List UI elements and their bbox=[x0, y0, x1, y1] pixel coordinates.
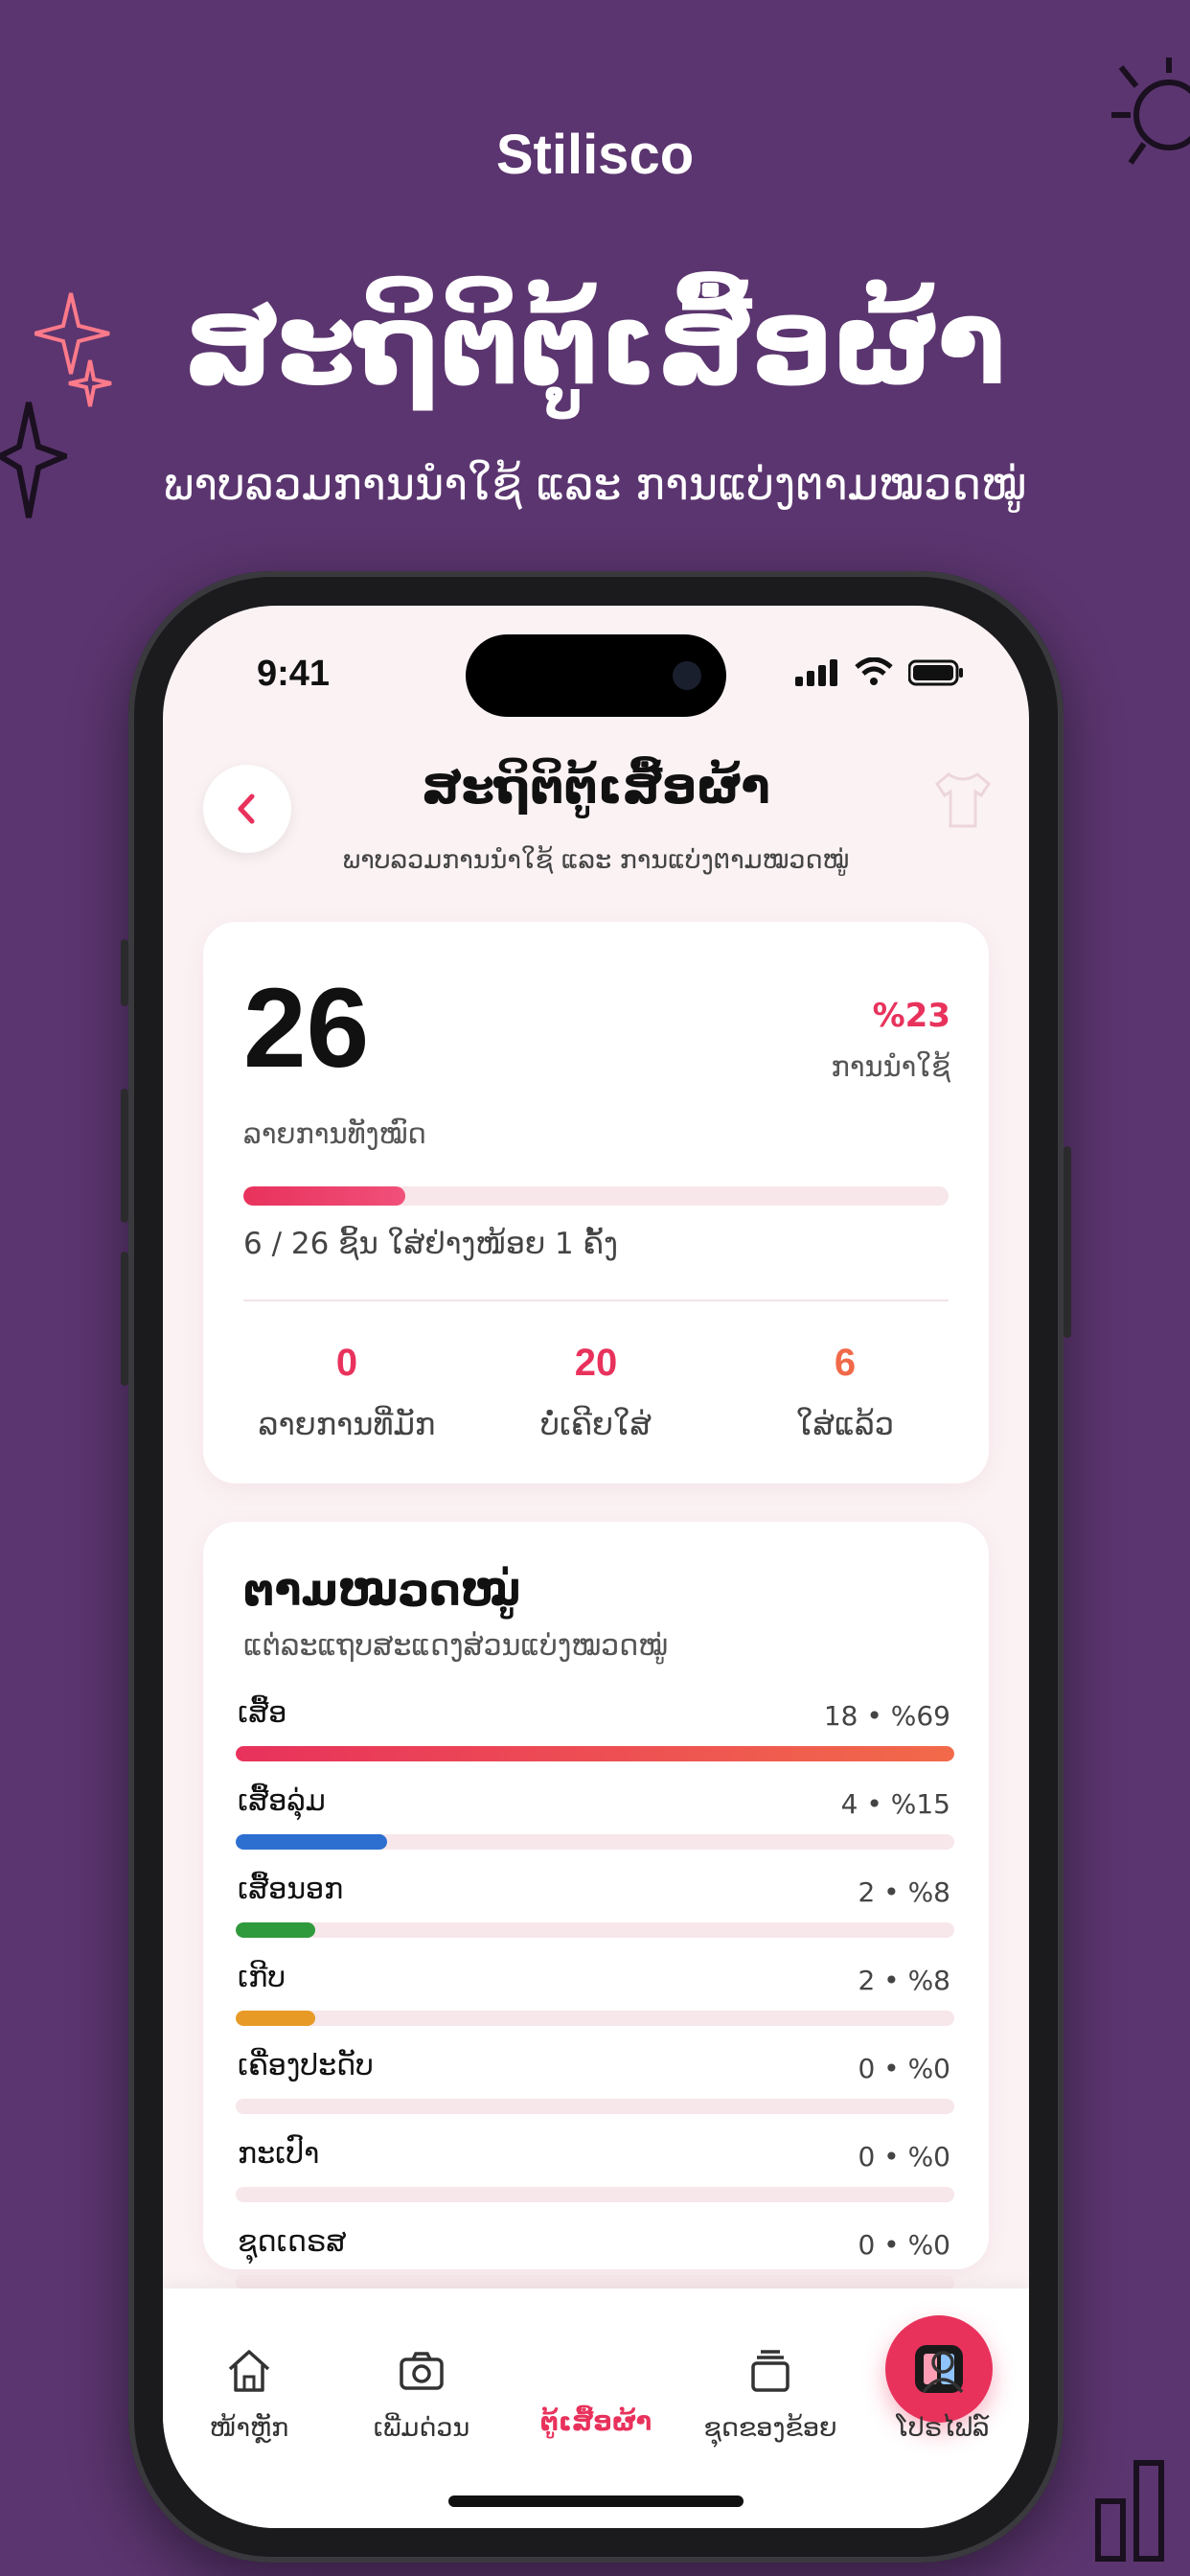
status-time: 9:41 bbox=[257, 654, 331, 694]
total-items-label: ລາຍການທັງໝົດ bbox=[243, 1117, 426, 1150]
category-row-value: 18 • %69 bbox=[823, 1700, 950, 1732]
stat-value: 0 bbox=[335, 1342, 358, 1384]
tab-label: ໂປຣໄຟລ໌ bbox=[896, 2413, 990, 2443]
category-row-track bbox=[236, 1746, 954, 1761]
usage-progress-fill bbox=[243, 1186, 406, 1206]
tab-label: ຊຸດຂອງຂ້ອຍ bbox=[703, 2413, 837, 2443]
stat-label: ລາຍການທີ່ມັກ bbox=[258, 1406, 436, 1442]
category-row-fill bbox=[236, 1922, 315, 1938]
brand-name: Stilisco bbox=[495, 124, 695, 186]
stat-value: 20 bbox=[574, 1342, 618, 1384]
stat-favorites: 0 ລາຍການທີ່ມັກ bbox=[232, 1342, 462, 1442]
category-row-track bbox=[236, 2187, 954, 2202]
tab-profile[interactable]: ໂປຣໄຟລ໌ bbox=[857, 2342, 1029, 2443]
usage-progress-text: 6 / 26 ຊິ້ນ ໃສ່ຢ່າງໜ້ອຍ 1 ຄັ້ງ bbox=[243, 1227, 618, 1261]
category-row-fill bbox=[236, 2011, 315, 2026]
camera-icon bbox=[400, 2352, 444, 2390]
category-row-track bbox=[236, 1922, 954, 1938]
stack-icon bbox=[751, 2350, 790, 2392]
category-subtitle: ແຕ່ລະແຖບສະແດງສ່ວນແບ່ງໝວດໝູ່ bbox=[243, 1629, 669, 1663]
category-row-fill bbox=[236, 1746, 954, 1761]
user-icon bbox=[922, 2351, 964, 2394]
category-row-name: ເສື້ອລຸ່ມ bbox=[238, 1784, 326, 1818]
battery-icon bbox=[908, 659, 963, 686]
summary-divider bbox=[243, 1300, 949, 1301]
category-card: ຕາມໝວດໝູ່ ແຕ່ລະແຖບສະແດງສ່ວນແບ່ງໝວດໝູ່ ເສ… bbox=[203, 1522, 989, 2290]
tab-quick-add[interactable]: ເພີ່ມດ່ວນ bbox=[335, 2342, 508, 2443]
category-row-track bbox=[236, 2099, 954, 2114]
tab-my-outfits[interactable]: ຊຸດຂອງຂ້ອຍ bbox=[684, 2342, 857, 2443]
side-button bbox=[1064, 1146, 1071, 1338]
dynamic-island bbox=[466, 634, 726, 717]
home-indicator bbox=[448, 2496, 744, 2507]
category-title: ຕາມໝວດໝູ່ bbox=[243, 1564, 521, 1616]
category-row-name: ເສື້ອ bbox=[238, 1696, 287, 1730]
home-icon bbox=[228, 2350, 270, 2392]
category-row-value: 0 • %0 bbox=[858, 2229, 950, 2261]
category-row-name: ເຄື່ອງປະດັບ bbox=[238, 2049, 374, 2082]
category-row-value: 0 • %0 bbox=[858, 2053, 950, 2084]
tab-wardrobe[interactable]: ຕູ້ເສື້ອຜ້າ bbox=[510, 2315, 993, 2437]
category-row-fill bbox=[236, 1834, 387, 1850]
volume-down-button bbox=[121, 1252, 128, 1386]
tab-label: ເພີ່ມດ່ວນ bbox=[373, 2413, 470, 2443]
tab-label: ໜ້າຫຼັກ bbox=[209, 2413, 289, 2443]
signal-icon bbox=[795, 659, 837, 686]
page-subtitle: ພາບລວມການນຳໃຊ້ ແລະ ການແບ່ງຕາມໝວດໝູ່ bbox=[342, 845, 850, 875]
category-row-value: 2 • %8 bbox=[858, 1876, 950, 1908]
bottom-tab-bar: ໜ້າຫຼັກ ເພີ່ມດ່ວນ ຕູ້ເສື້ອຜ້າ ຊຸດຂອງຂ້ອຍ… bbox=[163, 2288, 1029, 2528]
hero-subtitle: ພາບລວມການນຳໃຊ້ ແລະ ການແບ່ງຕາມໝວດໝູ່ bbox=[163, 458, 1027, 510]
camera-dot bbox=[673, 661, 701, 690]
summary-card: 26 ລາຍການທັງໝົດ %23 ການນຳໃຊ້ 6 / 26 ຊິ້ນ… bbox=[203, 922, 989, 1484]
app-screen: 9:41 ສະຖິຕິຕູ້ເສື້ອຜ້າ ພາບລວມການນຳໃຊ້ ແລ… bbox=[163, 606, 1029, 2528]
stat-label: ໃສ່ແລ້ວ bbox=[795, 1406, 895, 1442]
category-row-track bbox=[236, 1834, 954, 1850]
usage-label: ການນຳໃຊ້ bbox=[831, 1050, 950, 1083]
bars-doodle bbox=[1095, 2460, 1164, 2562]
usage-percentage: %23 bbox=[872, 997, 950, 1035]
hero-title: ສະຖິຕິຕູ້ເສື້ອຜ້າ bbox=[184, 278, 1006, 410]
stat-never-worn: 20 ບໍ່ເຄີຍໃສ່ bbox=[481, 1342, 711, 1442]
category-row-name: ກະເປົາ bbox=[238, 2137, 320, 2171]
page-title: ສະຖິຕິຕູ້ເສື້ອຜ້າ bbox=[422, 759, 770, 815]
stat-worn: 6 ໃສ່ແລ້ວ bbox=[730, 1342, 960, 1442]
category-row-value: 4 • %15 bbox=[840, 1788, 950, 1820]
stat-value: 6 bbox=[834, 1342, 857, 1384]
tab-label: ຕູ້ເສື້ອຜ້າ bbox=[539, 2407, 652, 2437]
wifi-icon bbox=[855, 657, 893, 685]
category-row-name: ເສື້ອນອກ bbox=[238, 1873, 344, 1906]
phone-frame: 9:41 ສະຖິຕິຕູ້ເສື້ອຜ້າ ພາບລວມການນຳໃຊ້ ແລ… bbox=[121, 571, 1071, 2563]
category-row-name: ຊຸດເດຣສ bbox=[238, 2225, 347, 2259]
stat-label: ບໍ່ເຄີຍໃສ່ bbox=[539, 1406, 652, 1442]
volume-up-button bbox=[121, 1089, 128, 1223]
usage-progress-track bbox=[243, 1186, 949, 1206]
status-icons bbox=[795, 657, 964, 686]
mute-switch bbox=[121, 939, 128, 1006]
tab-home[interactable]: ໜ້າຫຼັກ bbox=[163, 2342, 335, 2443]
category-row-track bbox=[236, 2011, 954, 2026]
total-items-count: 26 bbox=[243, 965, 370, 1092]
category-row-name: ເກີບ bbox=[238, 1961, 286, 1994]
category-row-value: 0 • %0 bbox=[858, 2141, 950, 2173]
category-row-value: 2 • %8 bbox=[858, 1965, 950, 1996]
